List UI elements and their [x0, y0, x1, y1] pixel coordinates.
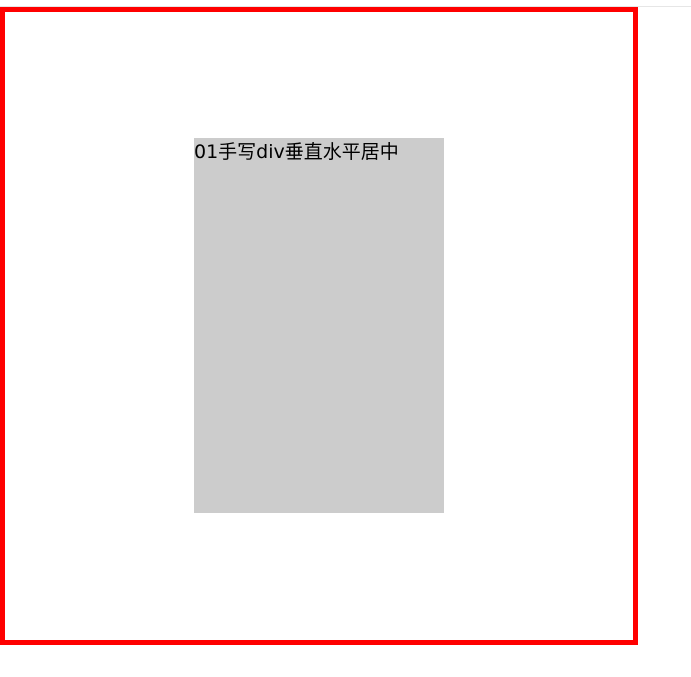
centered-box-label: 01手写div垂直水平居中 [194, 141, 399, 163]
outer-container-box: 01手写div垂直水平居中 [0, 7, 638, 645]
page-canvas: 01手写div垂直水平居中 [0, 0, 691, 677]
centered-inner-box: 01手写div垂直水平居中 [194, 138, 444, 513]
